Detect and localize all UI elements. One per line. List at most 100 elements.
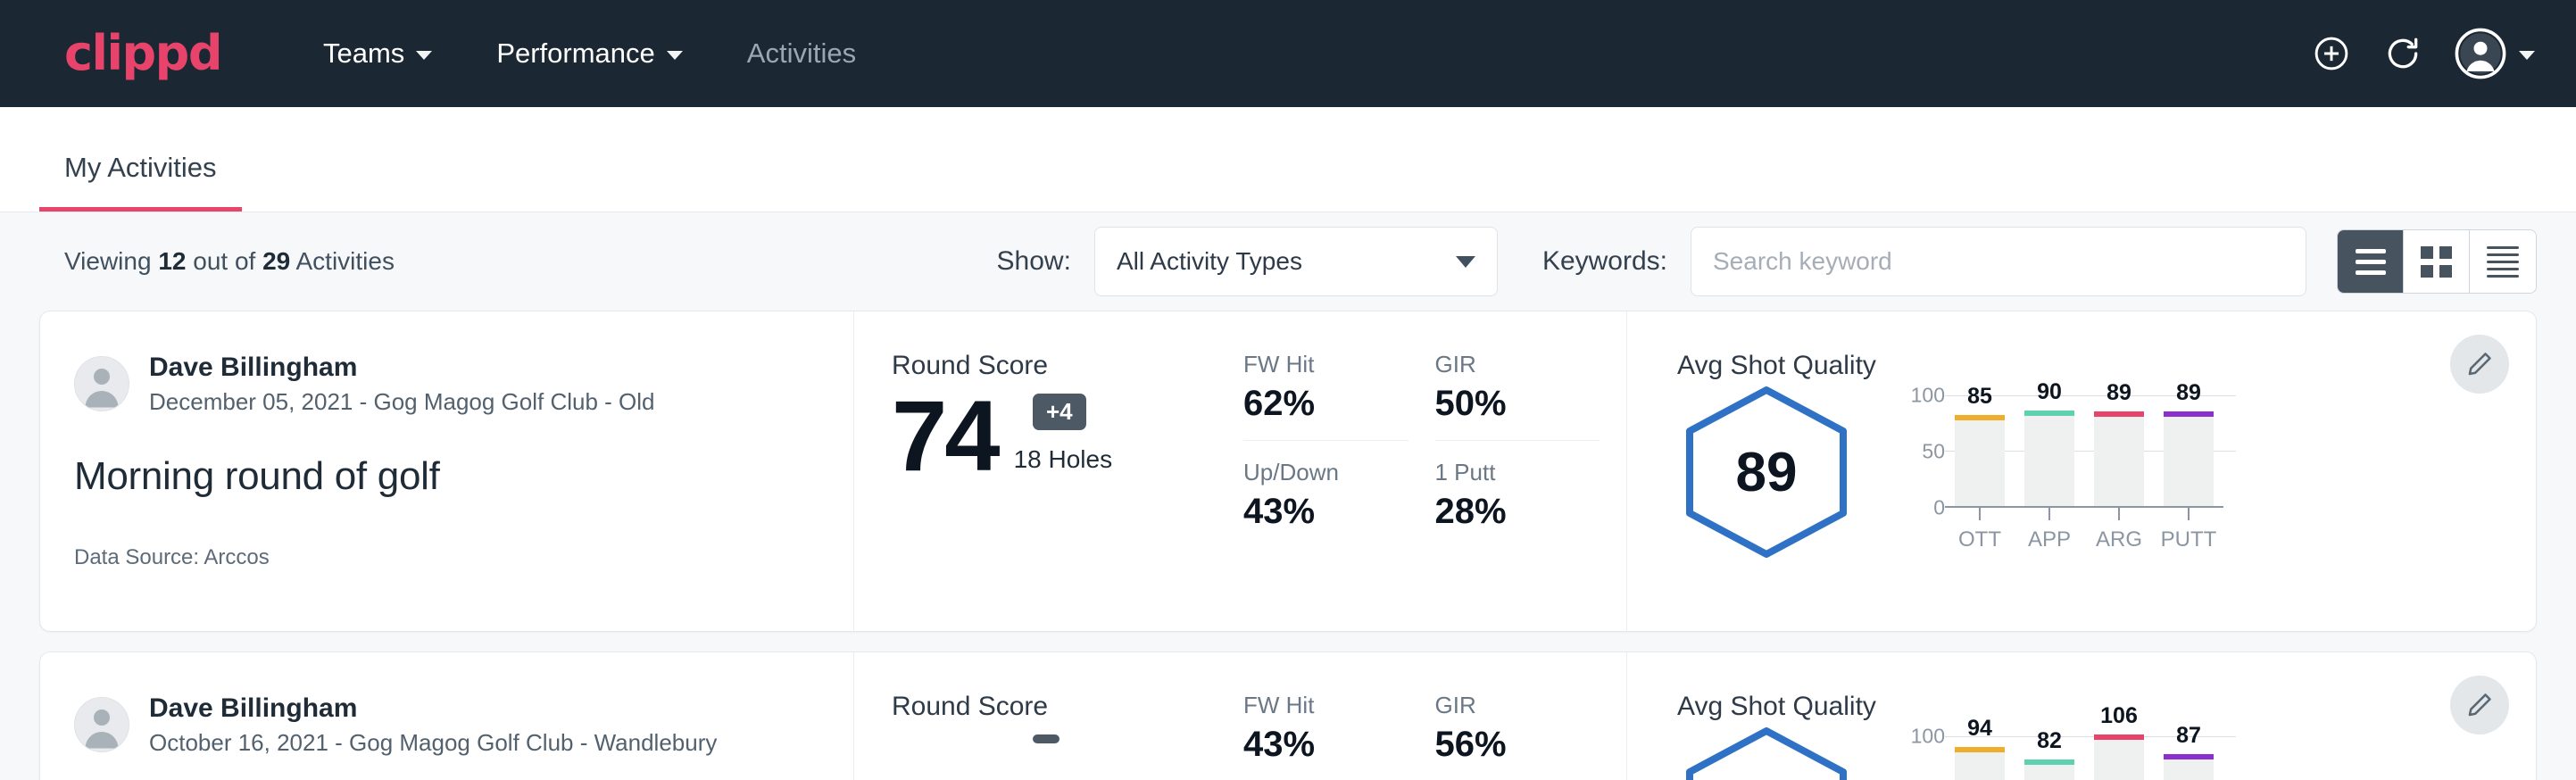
activity-card-list: Dave Billingham December 05, 2021 - Gog … bbox=[39, 311, 2537, 780]
account-avatar-icon bbox=[2455, 28, 2506, 79]
add-button[interactable] bbox=[2312, 34, 2351, 73]
bar-cap-app bbox=[2024, 411, 2074, 416]
viewing-suffix: Activities bbox=[290, 247, 395, 275]
refresh-button[interactable] bbox=[2383, 34, 2422, 73]
tab-label: My Activities bbox=[64, 152, 217, 183]
tick-label: OTT bbox=[1958, 527, 2001, 552]
stat-value: 43% bbox=[1243, 492, 1408, 532]
header-actions bbox=[2312, 28, 2535, 79]
stat-fw-hit: FW Hit 62% bbox=[1243, 351, 1408, 441]
quality-hexagon bbox=[1677, 726, 1856, 780]
nav-item-label: Performance bbox=[496, 37, 654, 70]
stat-fw-hit: FW Hit 43% bbox=[1243, 692, 1408, 780]
activity-meta: December 05, 2021 - Gog Magog Golf Club … bbox=[149, 387, 655, 418]
bar-value-ott: 85 bbox=[1967, 384, 1992, 410]
score-diff-badge: +4 bbox=[1033, 394, 1086, 430]
nav-item-teams[interactable]: Teams bbox=[291, 37, 464, 70]
edit-activity-button[interactable] bbox=[2450, 676, 2509, 734]
round-score-section: Round Score bbox=[854, 652, 1243, 780]
y-tick-100: 100 bbox=[1911, 725, 1945, 749]
show-label: Show: bbox=[997, 246, 1071, 277]
bar-column-putt: 89 bbox=[2164, 395, 2214, 506]
stat-value: 28% bbox=[1435, 492, 1600, 532]
round-stats: FW Hit 43% GIR 56% bbox=[1243, 652, 1627, 780]
round-score-section: Round Score 74 +4 18 Holes bbox=[854, 311, 1243, 631]
main-nav: Teams Performance Activities bbox=[291, 37, 888, 70]
viewing-mid: out of bbox=[186, 247, 262, 275]
activity-card[interactable]: Dave Billingham December 05, 2021 - Gog … bbox=[39, 311, 2537, 632]
quality-score bbox=[1677, 726, 1856, 780]
stat-up-down: Up/Down 43% bbox=[1243, 459, 1408, 541]
nav-item-performance[interactable]: Performance bbox=[464, 37, 714, 70]
chevron-down-icon bbox=[2519, 51, 2535, 60]
quality-visuals: 100 50 0 bbox=[1677, 726, 2536, 780]
search-input[interactable] bbox=[1691, 227, 2306, 296]
round-score-label: Round Score bbox=[892, 692, 1243, 722]
round-score-row: 74 +4 18 Holes bbox=[892, 386, 1243, 486]
toolbar-controls: Show: All Activity Types Keywords: bbox=[997, 227, 2537, 296]
tick-mark bbox=[2118, 508, 2120, 520]
bar-column-ott: 94 bbox=[1955, 736, 2005, 780]
stat-value: 43% bbox=[1243, 725, 1408, 765]
account-menu[interactable] bbox=[2455, 28, 2535, 79]
quality-hexagon: 89 bbox=[1677, 385, 1856, 560]
view-mode-toggle bbox=[2337, 229, 2537, 294]
tick-mark bbox=[1979, 508, 1981, 520]
activity-type-select[interactable]: All Activity Types bbox=[1094, 227, 1498, 296]
bar-column-app: 82 bbox=[2024, 736, 2074, 780]
tick-label: APP bbox=[2028, 527, 2071, 552]
bar-column-app: 90 bbox=[2024, 395, 2074, 506]
stat-value: 62% bbox=[1243, 384, 1408, 424]
avg-shot-quality-section: Avg Shot Quality 89 100 50 0 bbox=[1627, 311, 2536, 631]
chevron-down-icon bbox=[1456, 256, 1475, 268]
bar-cap-ott bbox=[1955, 415, 2005, 420]
round-score-row bbox=[892, 727, 1243, 740]
player-name: Dave Billingham bbox=[149, 351, 655, 385]
view-mode-compact[interactable] bbox=[2470, 230, 2536, 293]
shot-quality-bar-chart: 100 50 0 bbox=[1888, 733, 2223, 780]
y-tick-0: 0 bbox=[1933, 496, 1945, 520]
chevron-down-icon bbox=[667, 51, 683, 60]
activity-info: Dave Billingham December 05, 2021 - Gog … bbox=[40, 311, 854, 631]
chevron-down-icon bbox=[416, 51, 432, 60]
view-mode-grid[interactable] bbox=[2404, 230, 2470, 293]
round-stats: FW Hit 62% GIR 50% Up/Down 43% 1 Putt 28… bbox=[1243, 311, 1627, 631]
activity-author: Dave Billingham October 16, 2021 - Gog M… bbox=[74, 692, 818, 758]
activities-toolbar: Viewing 12 out of 29 Activities Show: Al… bbox=[39, 212, 2537, 311]
bar-column-arg: 106 bbox=[2094, 736, 2144, 780]
round-score-value: 74 bbox=[892, 386, 998, 486]
clippd-logo[interactable]: clippd bbox=[64, 29, 221, 78]
stat-label: FW Hit bbox=[1243, 351, 1408, 378]
chart-y-axis: 100 50 0 bbox=[1888, 736, 1945, 780]
quality-visuals: 89 100 50 0 bbox=[1677, 385, 2536, 560]
activity-type-value: All Activity Types bbox=[1117, 247, 1302, 276]
pencil-icon bbox=[2464, 690, 2495, 720]
stat-label: FW Hit bbox=[1243, 692, 1408, 719]
stat-one-putt: 1 Putt 28% bbox=[1435, 459, 1600, 541]
chart-x-axis: OTT APP ARG bbox=[1945, 508, 2223, 552]
stat-gir: GIR 56% bbox=[1435, 692, 1600, 780]
bar-cap-ott bbox=[1955, 747, 2005, 752]
activity-card[interactable]: Dave Billingham October 16, 2021 - Gog M… bbox=[39, 651, 2537, 780]
tick-label: ARG bbox=[2096, 527, 2142, 552]
bar-column-ott: 85 bbox=[1955, 395, 2005, 506]
bar-cap-arg bbox=[2094, 411, 2144, 417]
chart-plot-area: 94 82 bbox=[1945, 736, 2223, 780]
chart-plot-area: 85 90 bbox=[1945, 395, 2223, 508]
chart-y-axis: 100 50 0 bbox=[1888, 395, 1945, 508]
bar-column-putt: 87 bbox=[2164, 736, 2214, 780]
nav-item-label: Teams bbox=[323, 37, 404, 70]
nav-item-activities[interactable]: Activities bbox=[715, 37, 888, 70]
pencil-icon bbox=[2464, 349, 2495, 379]
bar-value-ott: 94 bbox=[1967, 716, 1992, 742]
x-tick-putt: PUTT bbox=[2164, 508, 2214, 552]
edit-activity-button[interactable] bbox=[2450, 335, 2509, 394]
round-score-label: Round Score bbox=[892, 351, 1243, 381]
view-mode-list[interactable] bbox=[2338, 230, 2404, 293]
bar-cap-app bbox=[2024, 759, 2074, 765]
bar-value-putt: 87 bbox=[2176, 723, 2201, 749]
bar-column-arg: 89 bbox=[2094, 395, 2144, 506]
score-diff-badge bbox=[1033, 734, 1059, 743]
holes-label: 18 Holes bbox=[1014, 445, 1113, 474]
tab-my-activities[interactable]: My Activities bbox=[39, 152, 242, 212]
